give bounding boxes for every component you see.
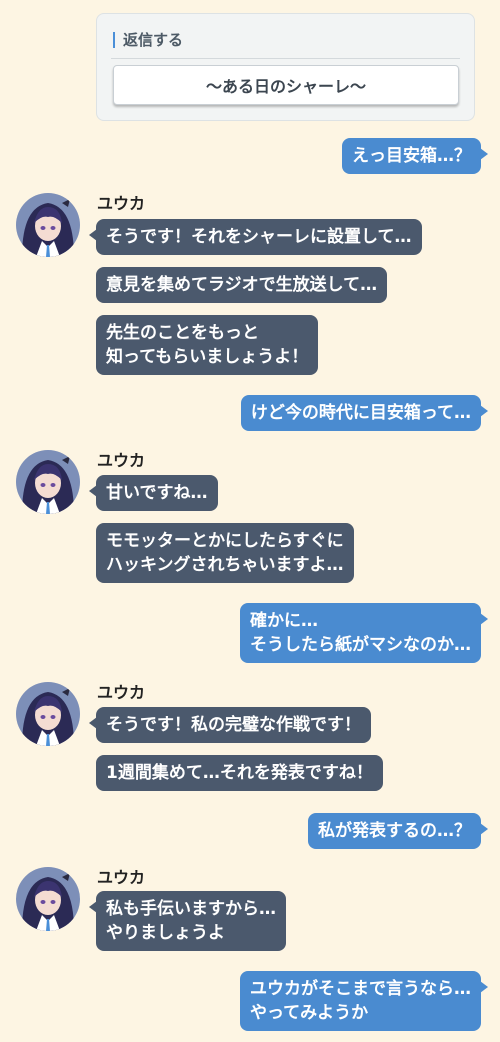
npc-message: そうです！私の完璧な作戦です！ [89, 707, 371, 743]
npc-message: 私も手伝いますから… やりましょうよ [89, 891, 286, 951]
reply-accent-bar [113, 32, 115, 48]
player-message: 確かに… そうしたら紙がマシなのか… [240, 603, 488, 663]
message-text: 私も手伝いますから… [106, 899, 276, 919]
speaker-name: ユウカ [97, 451, 146, 470]
avatar-portrait-icon [16, 867, 80, 931]
npc-message: 先生のことをもっと 知ってもらいましょうよ！ [96, 315, 319, 375]
message-text: 私が発表するの…？ [318, 821, 471, 841]
yuuka-avatar[interactable] [16, 682, 80, 746]
reply-panel: 返信する 〜ある日のシャーレ〜 [96, 13, 475, 121]
message-text: 意見を集めてラジオで生放送して… [106, 275, 378, 295]
yuuka-avatar[interactable] [16, 193, 80, 257]
message-text: モモッターとかにしたらすぐに [106, 531, 344, 551]
reply-title: 返信する [123, 31, 184, 49]
npc-message: 意見を集めてラジオで生放送して… [96, 267, 388, 303]
message-text: ユウカがそこまで言うなら… [250, 979, 471, 999]
message-text: 知ってもらいましょうよ！ [106, 347, 309, 367]
player-message: けど今の時代に目安箱って… [240, 395, 489, 431]
message-text: やってみようか [250, 1003, 369, 1023]
player-message: 私が発表するの…？ [308, 813, 488, 849]
reply-option-button[interactable]: 〜ある日のシャーレ〜 [113, 65, 459, 105]
message-text: そうです！それをシャーレに設置して… [106, 227, 412, 247]
message-text: そうです！私の完璧な作戦です！ [106, 715, 361, 735]
speaker-name: ユウカ [97, 868, 146, 887]
reply-header: 返信する [111, 30, 460, 59]
player-message: ユウカがそこまで言うなら… やってみようか [240, 971, 488, 1031]
npc-message: 甘いですね… [89, 475, 218, 511]
avatar-portrait-icon [16, 193, 80, 257]
message-text: 甘いですね… [106, 483, 208, 503]
message-text: 確かに… [250, 611, 318, 631]
speaker-name: ユウカ [97, 683, 146, 702]
message-text: ハッキングされちゃいますよ… [106, 555, 344, 575]
avatar-portrait-icon [16, 450, 80, 514]
speaker-name: ユウカ [97, 194, 146, 213]
npc-message: そうです！それをシャーレに設置して… [89, 219, 422, 255]
message-text: えっ目安箱…？ [352, 146, 471, 166]
message-text: やりましょうよ [106, 923, 225, 943]
yuuka-avatar[interactable] [16, 450, 80, 514]
message-text: けど今の時代に目安箱って… [250, 403, 471, 423]
yuuka-avatar[interactable] [16, 867, 80, 931]
avatar-portrait-icon [16, 682, 80, 746]
player-message: えっ目安箱…？ [342, 138, 488, 174]
npc-message: 1週間集めて…それを発表ですね！ [96, 755, 383, 791]
message-text: そうしたら紙がマシなのか… [250, 635, 471, 655]
npc-message: モモッターとかにしたらすぐに ハッキングされちゃいますよ… [96, 523, 354, 583]
message-text: 先生のことをもっと [106, 323, 259, 343]
message-text: 1週間集めて…それを発表ですね！ [106, 763, 373, 783]
